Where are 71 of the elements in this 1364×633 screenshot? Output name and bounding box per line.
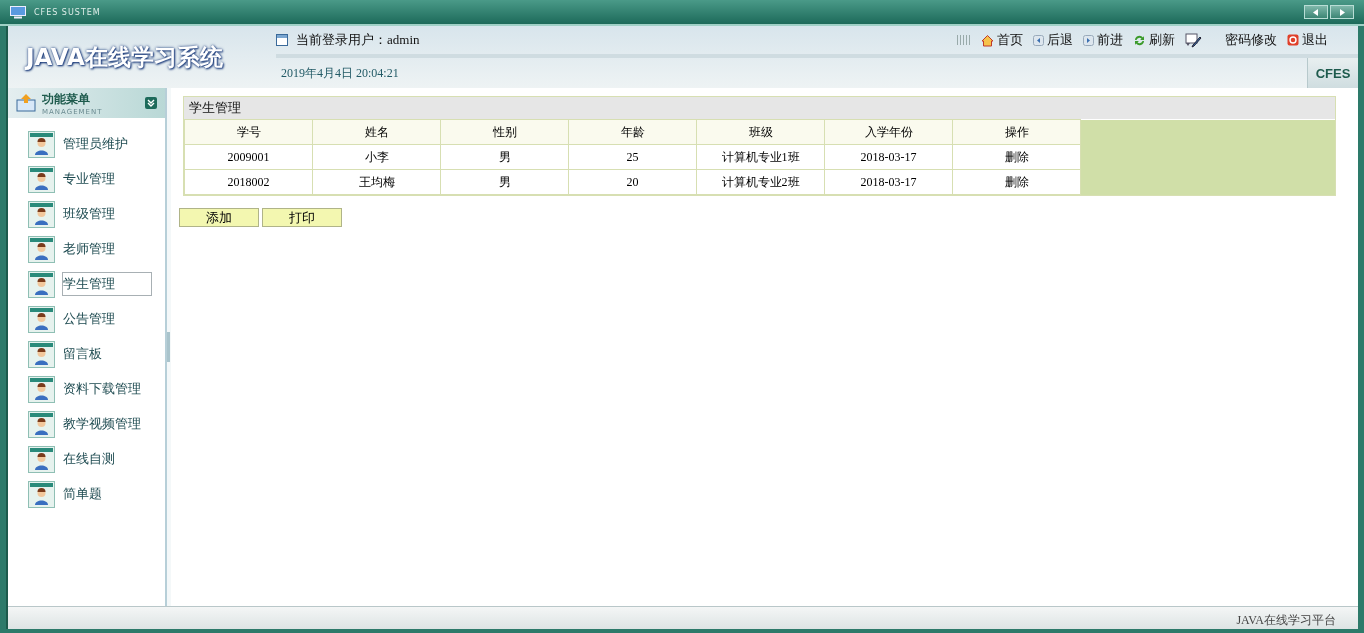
user-card-icon xyxy=(28,480,55,508)
pencil-note-icon xyxy=(1185,32,1202,48)
user-card-icon xyxy=(28,410,55,438)
user-card-icon xyxy=(28,375,55,403)
delete-link[interactable]: 删除 xyxy=(1004,149,1029,164)
user-card-icon xyxy=(28,340,55,368)
user-card-icon xyxy=(28,305,55,333)
status-text: JAVA在线学习平台 xyxy=(1236,612,1336,629)
right-triangle-icon xyxy=(1339,8,1345,16)
column-header: 入学年份 xyxy=(824,119,953,145)
column-header: 性别 xyxy=(440,119,569,145)
menu-item[interactable]: 简单题 xyxy=(62,482,152,506)
menu-item[interactable]: 管理员维护 xyxy=(62,132,152,156)
scroll-left-button[interactable] xyxy=(1304,5,1328,19)
menu-item[interactable]: 老师管理 xyxy=(62,237,152,261)
table-cell: 2009001 xyxy=(184,144,313,170)
menu-item[interactable]: 教学视频管理 xyxy=(62,412,152,436)
table-cell: 2018002 xyxy=(184,169,313,195)
table-cell: 王均梅 xyxy=(312,169,441,195)
table-cell: 计算机专业1班 xyxy=(696,144,825,170)
folder-arrow-icon xyxy=(16,94,36,112)
menu-item[interactable]: 公告管理 xyxy=(62,307,152,331)
table-cell: 男 xyxy=(440,144,569,170)
user-card-icon xyxy=(28,235,55,263)
table-cell: 2018-03-17 xyxy=(824,169,953,195)
splitter-handle[interactable] xyxy=(167,332,170,362)
column-header: 学号 xyxy=(184,119,313,145)
table-cell: 25 xyxy=(568,144,697,170)
user-card-icon xyxy=(28,130,55,158)
table-cell: 20 xyxy=(568,169,697,195)
toolbar-link[interactable]: 首页 xyxy=(981,31,1023,49)
menu-item[interactable]: 专业管理 xyxy=(62,167,152,191)
column-header: 年龄 xyxy=(568,119,697,145)
panel-title: 学生管理 xyxy=(184,97,1335,119)
grip-icon xyxy=(957,35,971,45)
exit-icon xyxy=(1287,34,1299,46)
user-card-icon xyxy=(28,270,55,298)
toolbar-link[interactable]: 退出 xyxy=(1287,31,1328,49)
action-button[interactable]: 添加 xyxy=(179,208,259,227)
menu-title: 功能菜单 xyxy=(42,90,91,108)
menu-item[interactable]: 资料下载管理 xyxy=(62,377,152,401)
window-icon xyxy=(276,34,288,46)
scroll-right-button[interactable] xyxy=(1330,5,1354,19)
user-card-icon xyxy=(28,200,55,228)
table-cell: 男 xyxy=(440,169,569,195)
menu-item[interactable]: 学生管理 xyxy=(62,272,152,296)
menu-item[interactable]: 留言板 xyxy=(62,342,152,366)
delete-link[interactable]: 删除 xyxy=(1004,174,1029,189)
toolbar-link[interactable]: 刷新 xyxy=(1133,31,1175,49)
date-time: 2019年4月4日 20:04:21 xyxy=(281,64,399,82)
table-cell: 2018-03-17 xyxy=(824,144,953,170)
column-header: 操作 xyxy=(952,119,1081,145)
window-title: CFES SUSTEM xyxy=(34,7,102,17)
toolbar-link[interactable]: 密码修改 xyxy=(1185,31,1277,49)
action-button[interactable]: 打印 xyxy=(262,208,342,227)
refresh-icon xyxy=(1133,33,1146,47)
column-header: 班级 xyxy=(696,119,825,145)
left-triangle-icon xyxy=(1313,8,1319,16)
table-cell: 计算机专业2班 xyxy=(696,169,825,195)
house-icon xyxy=(981,33,994,47)
monitor-icon xyxy=(10,5,26,19)
toolbar-link[interactable]: 后退 xyxy=(1033,31,1073,49)
toolbar-link[interactable]: 前进 xyxy=(1083,31,1123,49)
user-card-icon xyxy=(28,165,55,193)
column-header: 姓名 xyxy=(312,119,441,145)
menu-item[interactable]: 班级管理 xyxy=(62,202,152,226)
table-cell: 小李 xyxy=(312,144,441,170)
current-user: 当前登录用户：admin xyxy=(296,31,420,49)
user-card-icon xyxy=(28,445,55,473)
menu-item[interactable]: 在线自测 xyxy=(62,447,152,471)
collapse-icon[interactable] xyxy=(145,97,157,109)
